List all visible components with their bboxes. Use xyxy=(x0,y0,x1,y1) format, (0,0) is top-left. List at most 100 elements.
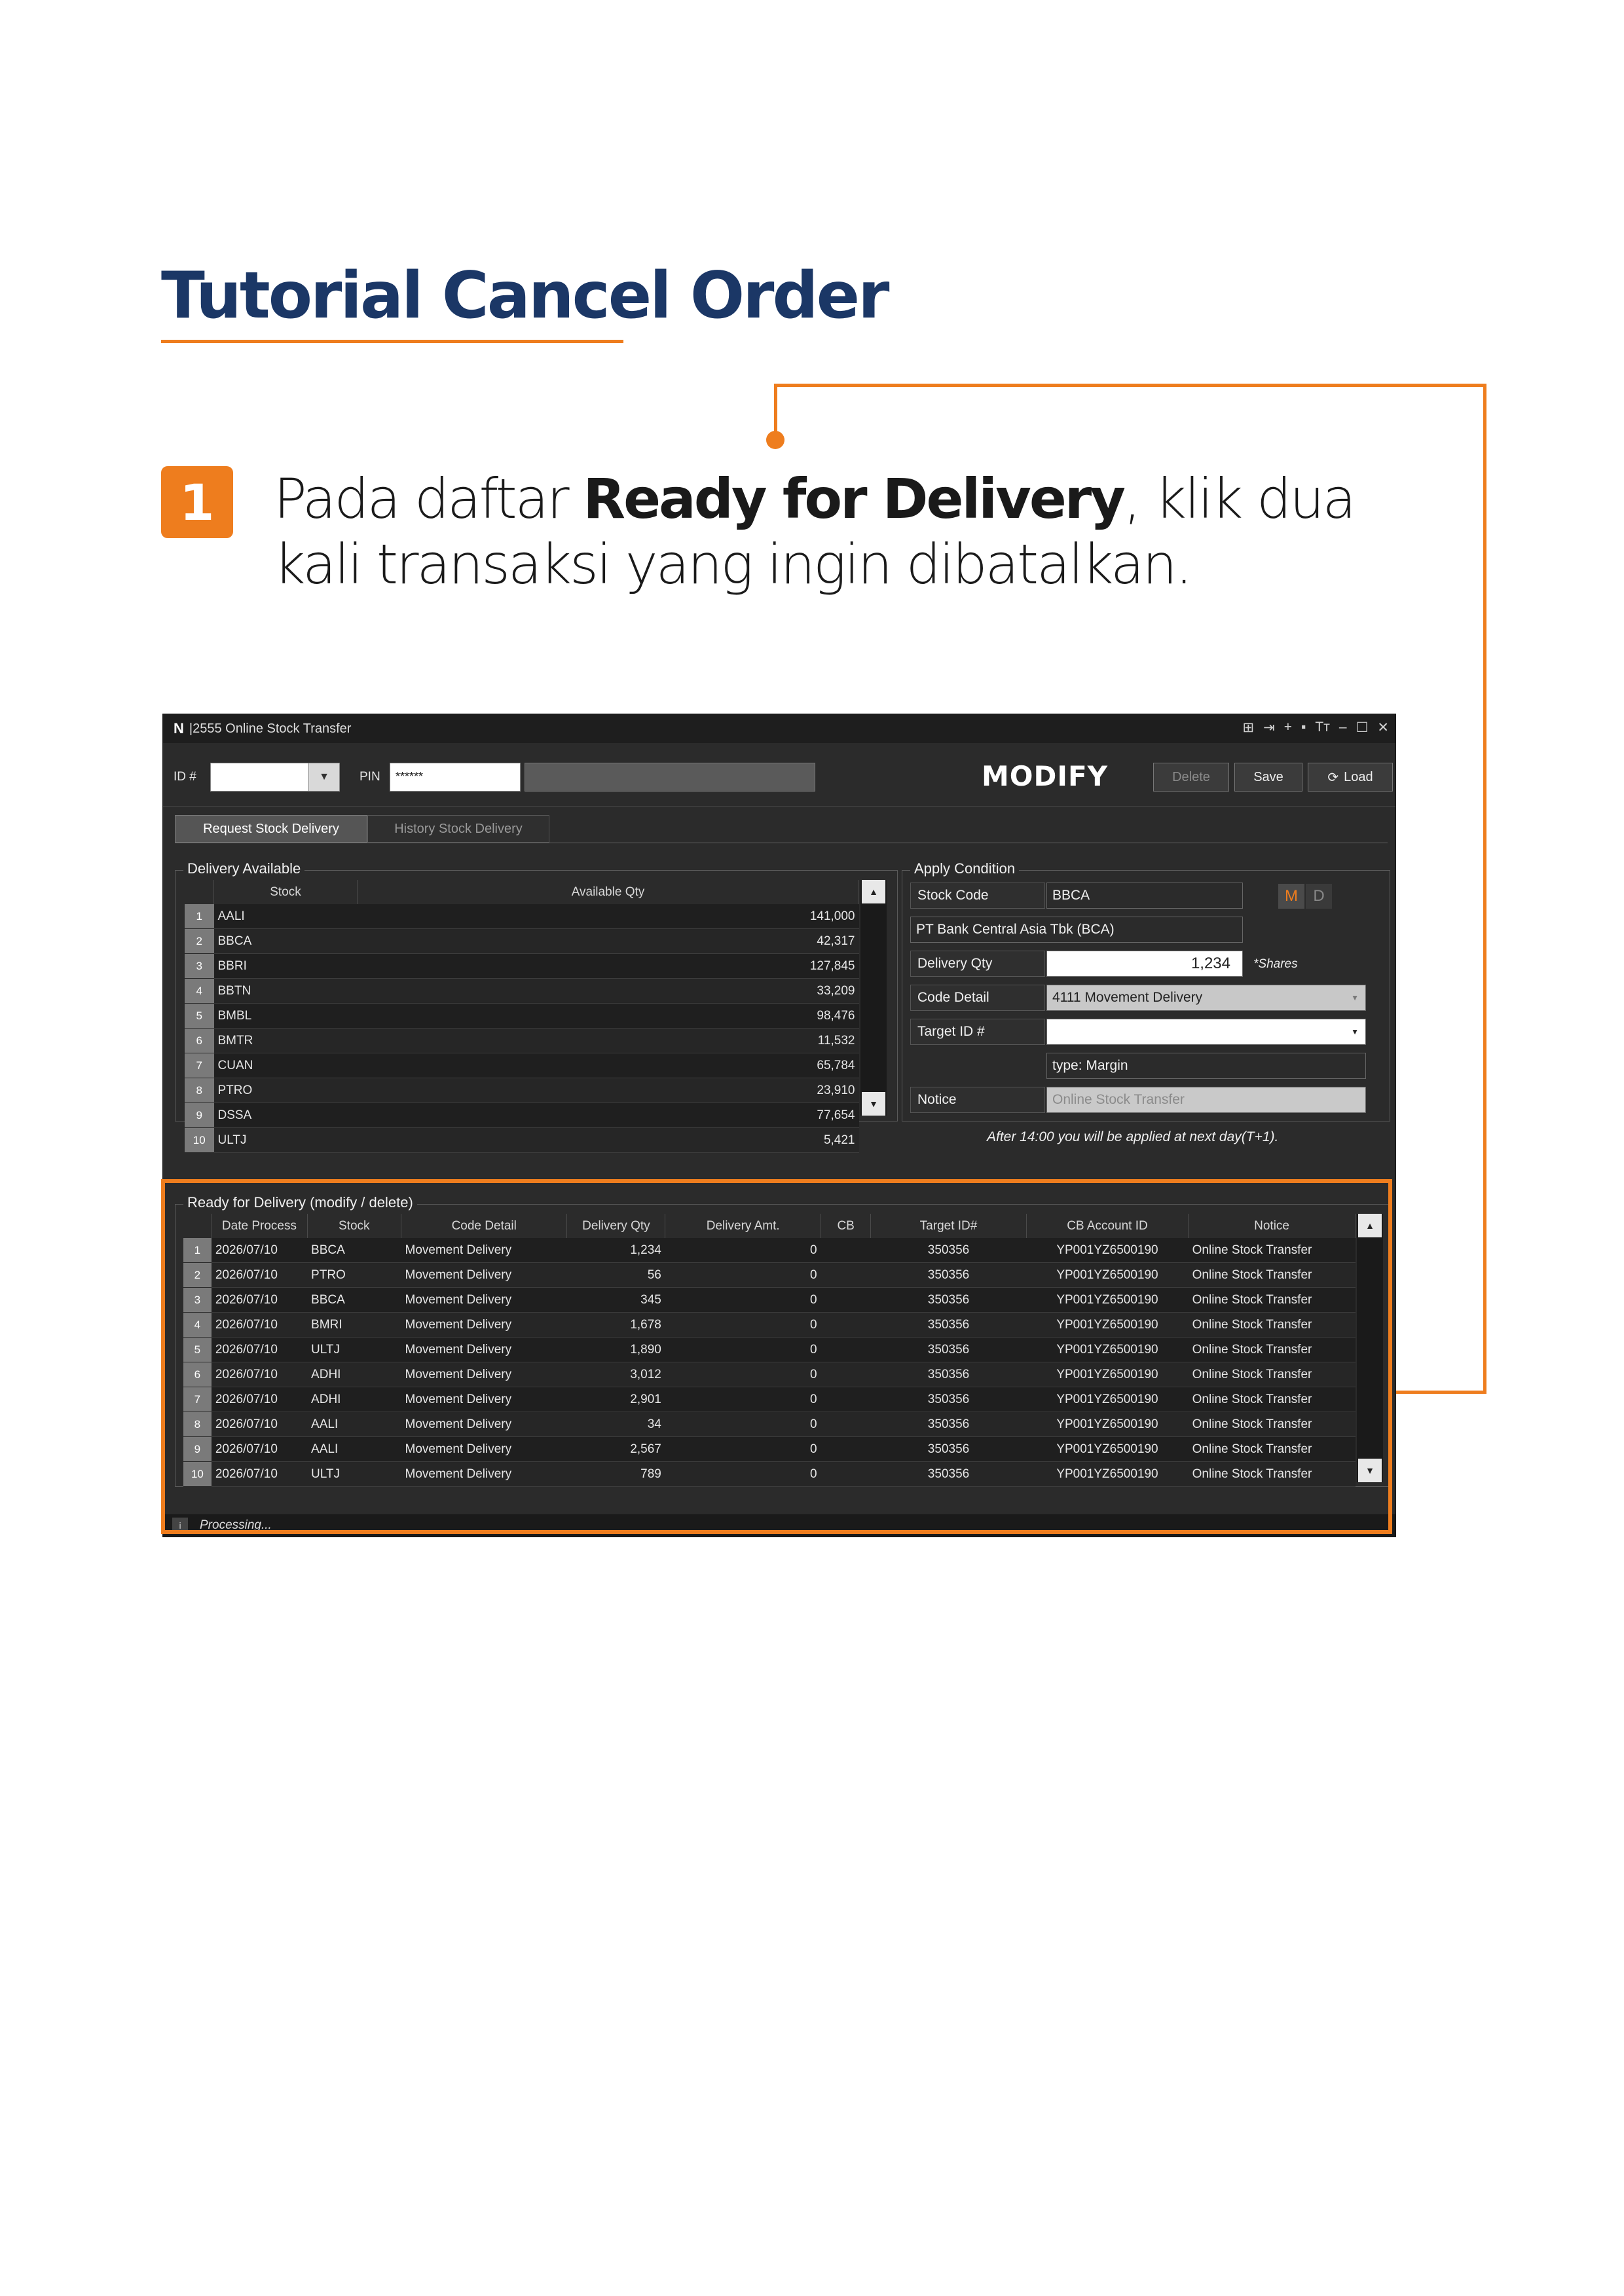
row-number: 3 xyxy=(185,953,214,979)
add-icon[interactable]: + xyxy=(1284,720,1292,736)
table-row[interactable]: 1 AALI 141,000 xyxy=(185,904,859,929)
load-button[interactable]: ⟳ Load xyxy=(1308,763,1393,792)
code-detail-cell: Movement Delivery xyxy=(401,1337,567,1362)
ready-for-delivery-scrollbar[interactable]: ▲ ▼ xyxy=(1357,1214,1383,1482)
table-row[interactable]: 8 2026/07/10 AALI Movement Delivery 34 0 35035… xyxy=(183,1412,1356,1437)
row-number: 6 xyxy=(183,1362,212,1387)
code-detail-select[interactable]: 4111 Movement Delivery ▼ xyxy=(1046,985,1366,1011)
table-row[interactable]: 9 2026/07/10 AALI Movement Delivery 2,567 0 35… xyxy=(183,1436,1356,1462)
table-row[interactable]: 5 BMBL 98,476 xyxy=(185,1003,859,1029)
code-detail-cell: Movement Delivery xyxy=(401,1436,567,1462)
minimize-icon[interactable]: – xyxy=(1339,720,1347,736)
target-id-cell: 350356 xyxy=(870,1262,1027,1288)
column-header[interactable]: Notice xyxy=(1188,1214,1356,1238)
table-row[interactable]: 7 2026/07/10 ADHI Movement Delivery 2,901 0 35… xyxy=(183,1387,1356,1412)
row-number-header xyxy=(183,1214,212,1238)
delivery-qty-cell: 1,890 xyxy=(566,1337,665,1362)
tab-history-stock-delivery[interactable]: History Stock Delivery xyxy=(367,815,549,843)
table-row[interactable]: 6 2026/07/10 ADHI Movement Delivery 3,012 0 35… xyxy=(183,1362,1356,1387)
step-text-before: Pada daftar xyxy=(274,467,583,531)
table-row[interactable]: 1 2026/07/10 BBCA Movement Delivery 1,234 0 35… xyxy=(183,1238,1356,1263)
row-number: 1 xyxy=(185,904,214,929)
cb-cell xyxy=(821,1262,871,1288)
delivery-amt-cell: 0 xyxy=(665,1412,821,1437)
qty-cell: 98,476 xyxy=(357,1003,859,1029)
table-row[interactable]: 6 BMTR 11,532 xyxy=(185,1028,859,1053)
id-input[interactable] xyxy=(210,763,310,792)
date-cell: 2026/07/10 xyxy=(211,1238,308,1263)
table-row[interactable]: 4 BBTN 33,209 xyxy=(185,978,859,1004)
scroll-down-icon[interactable]: ▼ xyxy=(862,1092,885,1116)
scroll-up-icon[interactable]: ▲ xyxy=(1358,1214,1382,1237)
table-row[interactable]: 7 CUAN 65,784 xyxy=(185,1053,859,1078)
notice-cell: Online Stock Transfer xyxy=(1188,1362,1356,1387)
notice-input[interactable]: Online Stock Transfer xyxy=(1046,1087,1366,1113)
maximize-icon[interactable]: ☐ xyxy=(1356,720,1369,736)
trash-icon[interactable]: ▪ xyxy=(1301,720,1306,736)
cb-cell xyxy=(821,1362,871,1387)
scroll-down-icon[interactable]: ▼ xyxy=(1358,1459,1382,1482)
table-row[interactable]: 4 2026/07/10 BMRI Movement Delivery 1,678 0 35… xyxy=(183,1312,1356,1338)
callout-line-bottom xyxy=(1392,1391,1486,1394)
cb-cell xyxy=(821,1412,871,1437)
toolbar-divider xyxy=(163,806,1395,807)
mode-m-button[interactable]: M xyxy=(1278,884,1304,909)
delivery-qty-input[interactable]: 1,234 xyxy=(1046,951,1243,977)
qty-cell: 11,532 xyxy=(357,1028,859,1053)
cb-account-cell: YP001YZ6500190 xyxy=(1026,1312,1189,1338)
column-header[interactable]: Code Detail xyxy=(401,1214,568,1238)
table-row[interactable]: 2 BBCA 42,317 xyxy=(185,928,859,954)
target-id-select[interactable]: ▼ xyxy=(1046,1019,1366,1045)
target-id-cell: 350356 xyxy=(870,1461,1027,1487)
table-row[interactable]: 10 ULTJ 5,421 xyxy=(185,1127,859,1153)
stock-code-field[interactable]: BBCA xyxy=(1046,883,1243,909)
cb-account-cell: YP001YZ6500190 xyxy=(1026,1238,1189,1263)
qty-cell: 127,845 xyxy=(357,953,859,979)
delivery-amt-cell: 0 xyxy=(665,1287,821,1313)
callout-line-top xyxy=(774,384,1486,387)
row-number: 8 xyxy=(185,1078,214,1103)
table-row[interactable]: 10 2026/07/10 ULTJ Movement Delivery 789 0 350… xyxy=(183,1461,1356,1487)
column-header[interactable]: Delivery Amt. xyxy=(665,1214,822,1238)
tab-request-stock-delivery[interactable]: Request Stock Delivery xyxy=(175,815,367,843)
chevron-down-icon: ▼ xyxy=(1351,1027,1359,1036)
export-icon[interactable]: ⇥ xyxy=(1263,720,1275,736)
table-row[interactable]: 2 2026/07/10 PTRO Movement Delivery 56 0 35035… xyxy=(183,1262,1356,1288)
table-row[interactable]: 5 2026/07/10 ULTJ Movement Delivery 1,890 0 35… xyxy=(183,1337,1356,1362)
stock-cell: PTRO xyxy=(213,1078,358,1103)
stock-cell: AALI xyxy=(213,904,358,929)
pin-input[interactable]: ****** xyxy=(390,763,521,792)
stock-cell: BMRI xyxy=(307,1312,401,1338)
column-header[interactable]: Target ID# xyxy=(870,1214,1027,1238)
date-cell: 2026/07/10 xyxy=(211,1387,308,1412)
delivery-qty-cell: 345 xyxy=(566,1287,665,1313)
qty-cell: 23,910 xyxy=(357,1078,859,1103)
account-select[interactable] xyxy=(525,763,815,792)
online-stock-transfer-window: N |2555 Online Stock Transfer ⊞ ⇥ + ▪ Tт… xyxy=(162,714,1396,1537)
column-header[interactable]: CB Account ID xyxy=(1026,1214,1189,1238)
mode-d-button[interactable]: D xyxy=(1306,884,1332,909)
chevron-down-icon[interactable]: ▼ xyxy=(308,763,340,792)
table-row[interactable]: 8 PTRO 23,910 xyxy=(185,1078,859,1103)
column-header[interactable]: Delivery Qty xyxy=(566,1214,666,1238)
delivery-available-panel: Delivery Available Stock Available Qty 1… xyxy=(175,860,898,1153)
save-button[interactable]: Save xyxy=(1234,763,1302,792)
notice-cell: Online Stock Transfer xyxy=(1188,1238,1356,1263)
date-cell: 2026/07/10 xyxy=(211,1461,308,1487)
scroll-up-icon[interactable]: ▲ xyxy=(862,880,885,903)
grid-icon[interactable]: ⊞ xyxy=(1242,720,1254,736)
table-row[interactable]: 9 DSSA 77,654 xyxy=(185,1102,859,1128)
column-header[interactable]: Date Process xyxy=(211,1214,308,1238)
close-icon[interactable]: ✕ xyxy=(1377,720,1389,736)
table-row[interactable]: 3 2026/07/10 BBCA Movement Delivery 345 0 3503… xyxy=(183,1287,1356,1313)
delivery-available-scrollbar[interactable]: ▲ ▼ xyxy=(860,880,887,1116)
stock-code-label: Stock Code xyxy=(910,883,1045,909)
cb-account-cell: YP001YZ6500190 xyxy=(1026,1337,1189,1362)
table-row[interactable]: 3 BBRI 127,845 xyxy=(185,953,859,979)
font-size-icon[interactable]: Tт xyxy=(1315,720,1329,736)
code-detail-cell: Movement Delivery xyxy=(401,1412,567,1437)
delete-button[interactable]: Delete xyxy=(1153,763,1229,792)
column-header[interactable]: Stock xyxy=(307,1214,402,1238)
row-number: 10 xyxy=(183,1461,212,1487)
column-header[interactable]: CB xyxy=(821,1214,872,1238)
